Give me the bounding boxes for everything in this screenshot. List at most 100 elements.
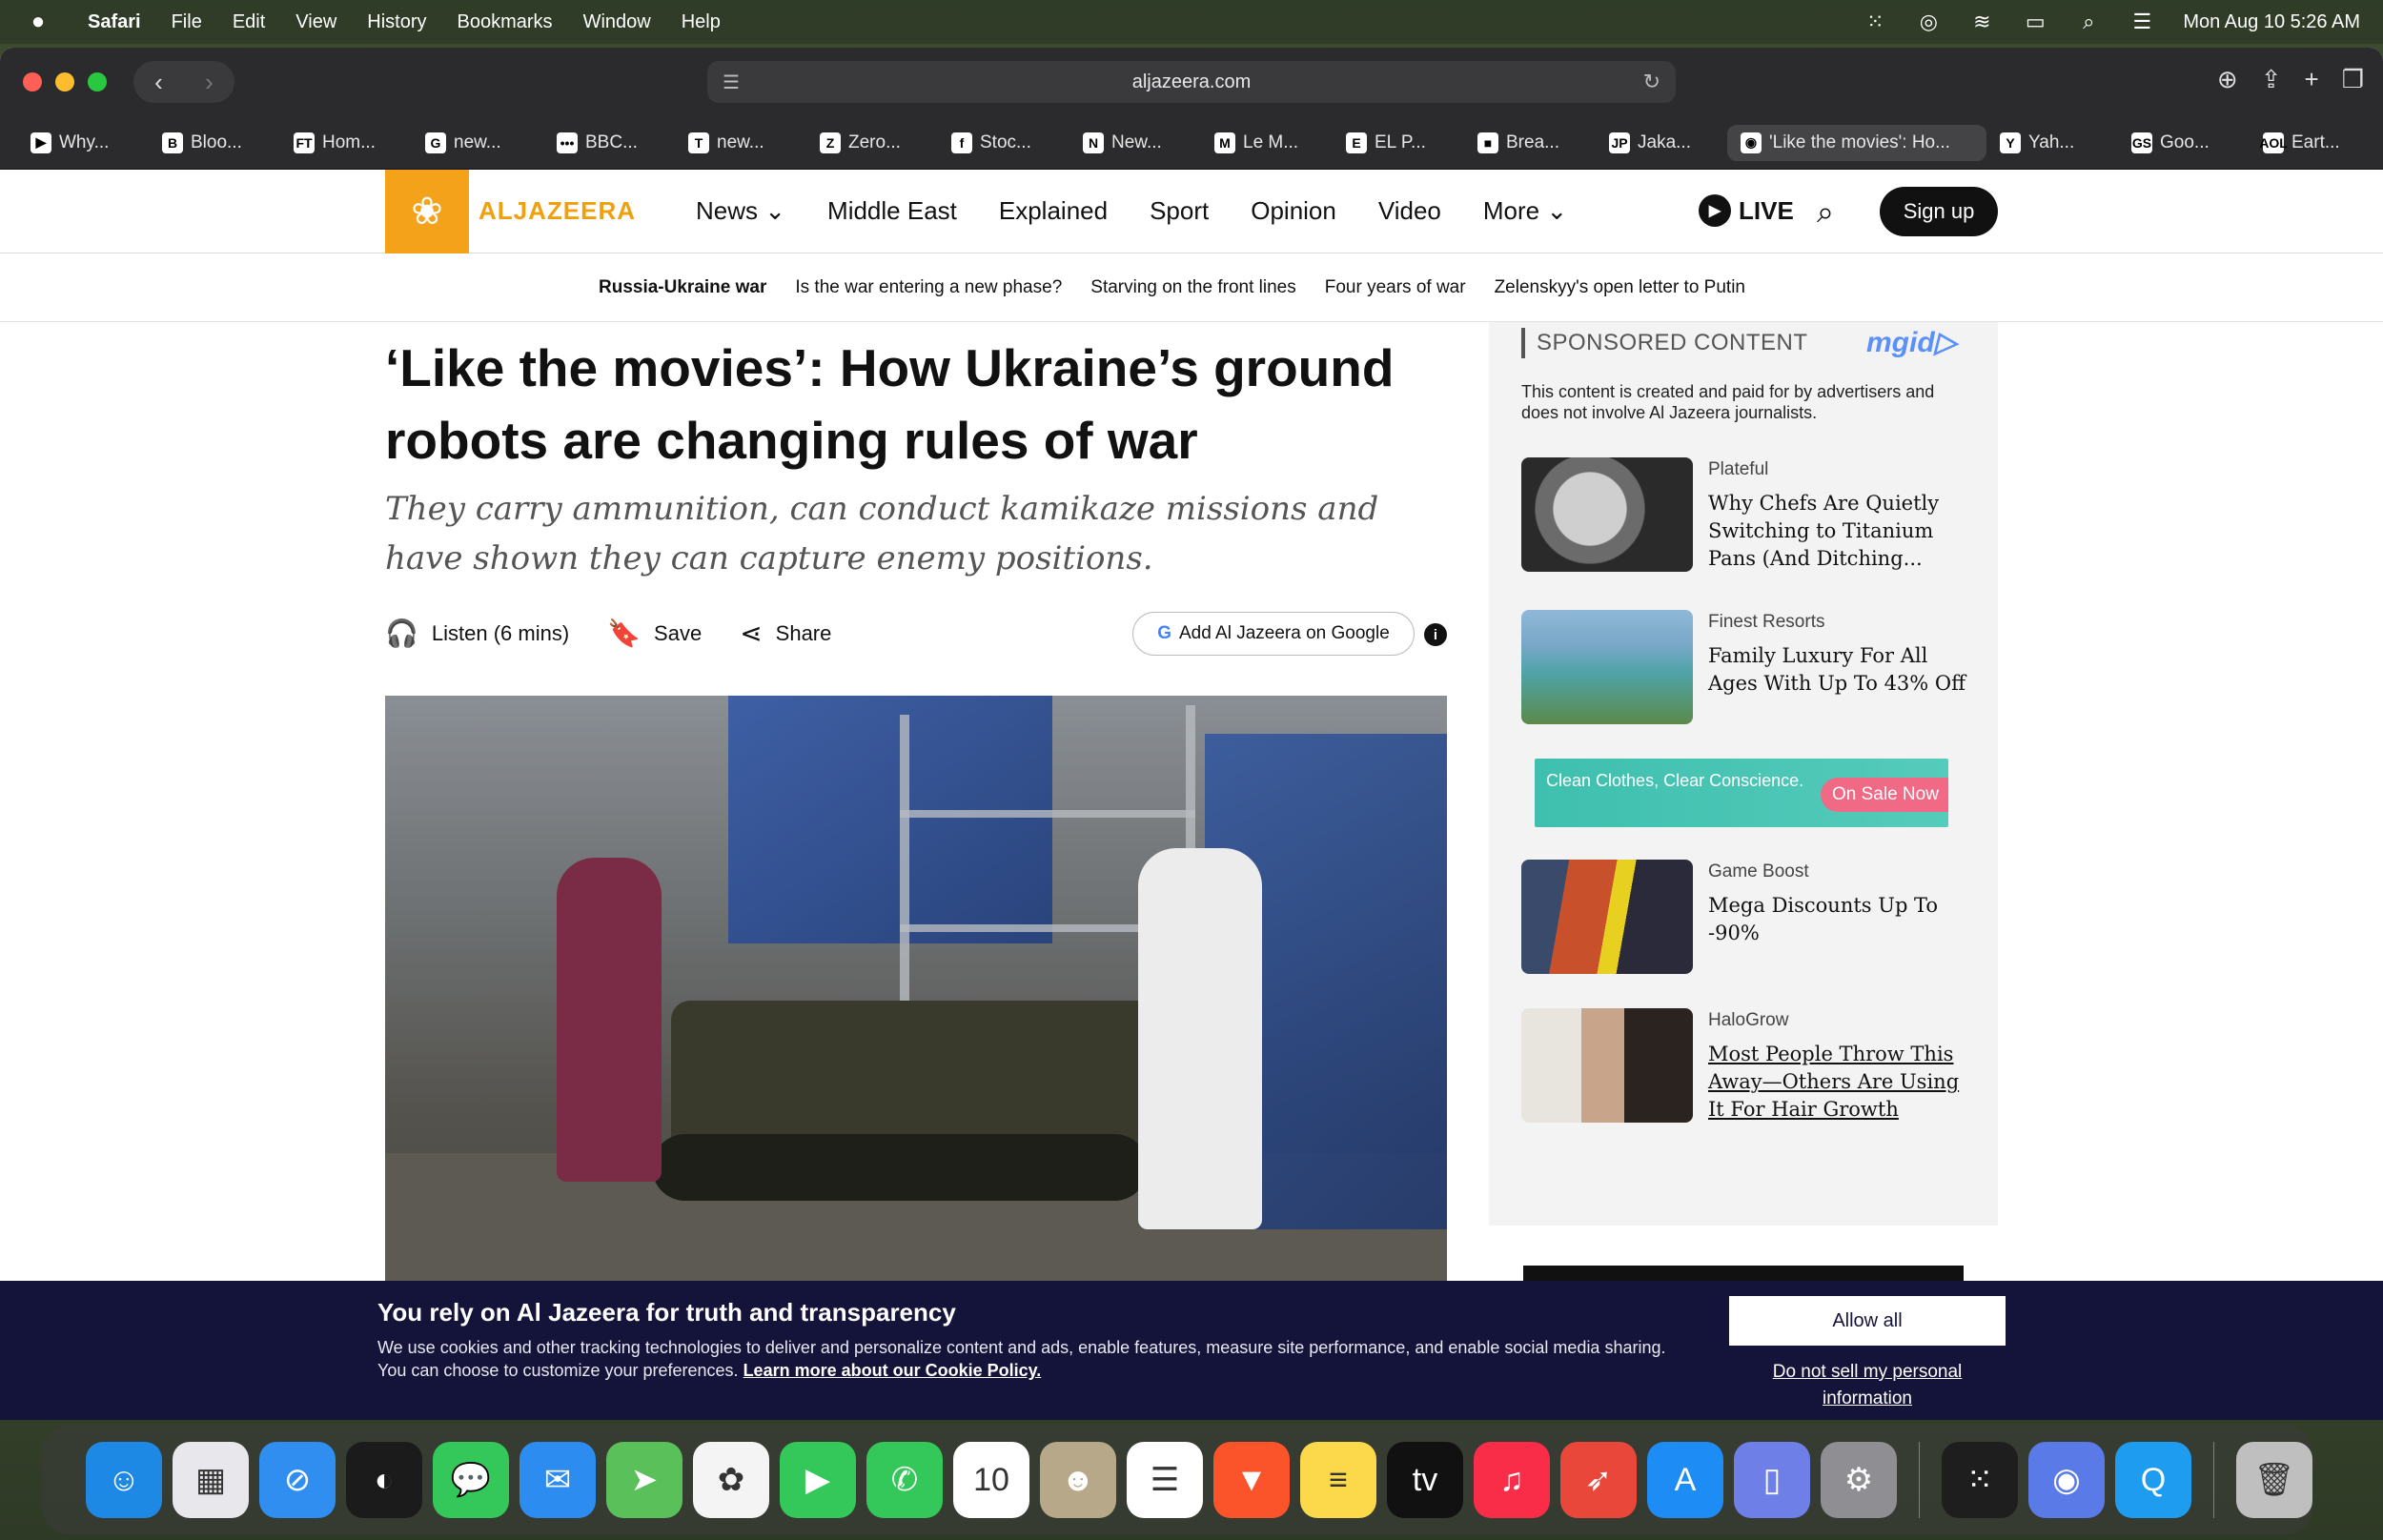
q-app-icon[interactable]: Q	[2115, 1442, 2191, 1518]
search-icon[interactable]: ⌕	[1817, 194, 1834, 231]
browser-tab[interactable]: ▶ Why...	[17, 125, 149, 161]
browser-tab[interactable]: N New...	[1069, 125, 1201, 161]
page-settings-icon[interactable]: ☰	[723, 71, 740, 94]
clock[interactable]: Mon Aug 10 5:26 AM	[2183, 11, 2360, 33]
menu-window[interactable]: Window	[583, 11, 651, 33]
tab-overview-icon[interactable]: ❐	[2342, 65, 2364, 94]
browser-tab[interactable]: ■ Brea...	[1464, 125, 1596, 161]
allow-all-button[interactable]: Allow all	[1729, 1296, 2006, 1346]
reminders-icon[interactable]: ☰	[1127, 1442, 1203, 1518]
downloads-icon[interactable]: ⊕	[2217, 65, 2238, 94]
sponsored-card-halogrow[interactable]: HaloGrow Most People Throw This Away—Oth…	[1521, 1008, 1969, 1123]
settings-icon[interactable]: ⚙	[1821, 1442, 1897, 1518]
subnav-zelenskyy-letter[interactable]: Zelenskyy's open letter to Putin	[1495, 277, 1745, 298]
mgid-logo[interactable]: mgid▷	[1866, 326, 1957, 359]
back-icon[interactable]: ‹	[154, 68, 163, 97]
browser-tab[interactable]: ◉ 'Like the movies': Ho...	[1727, 124, 1986, 161]
calendar-icon[interactable]: 10	[953, 1442, 1029, 1518]
browser-tab[interactable]: f Stoc...	[938, 125, 1069, 161]
menu-edit[interactable]: Edit	[233, 11, 265, 33]
save-button[interactable]: 🔖 Save	[607, 618, 702, 649]
browser-tab[interactable]: AOL Eart...	[2250, 125, 2381, 161]
reload-icon[interactable]: ↻	[1643, 70, 1660, 94]
close-window-button[interactable]	[23, 72, 42, 91]
sign-up-button[interactable]: Sign up	[1880, 187, 1998, 236]
share-button[interactable]: ⋖ Share	[740, 618, 831, 649]
forward-icon[interactable]: ›	[205, 68, 214, 97]
facetime-icon[interactable]: ▶	[780, 1442, 856, 1518]
address-bar[interactable]: ☰ aljazeera.com ↻	[707, 61, 1676, 103]
cookie-policy-link[interactable]: Learn more about our Cookie Policy.	[743, 1361, 1042, 1380]
music-icon[interactable]: ♫	[1474, 1442, 1550, 1518]
detergent-ad-banner[interactable]: Clean Clothes, Clear Conscience. On Sale…	[1535, 759, 1948, 827]
app-store-icon[interactable]: A	[1647, 1442, 1723, 1518]
messages-icon[interactable]: 💬	[433, 1442, 509, 1518]
subnav-starving[interactable]: Starving on the front lines	[1090, 277, 1295, 298]
browser-tab[interactable]: Y Yah...	[1986, 125, 2118, 161]
menu-history[interactable]: History	[367, 11, 426, 33]
browser-tab[interactable]: E EL P...	[1333, 125, 1464, 161]
menu-safari[interactable]: Safari	[88, 11, 141, 33]
new-tab-icon[interactable]: +	[2305, 65, 2319, 94]
nav-news[interactable]: News ⌄	[696, 196, 785, 226]
banner-cta[interactable]: On Sale Now	[1821, 778, 1948, 812]
spotlight-search-icon[interactable]: ⌕	[2076, 10, 2101, 34]
grid-app-icon[interactable]: ⁙	[1942, 1442, 2018, 1518]
trash-icon[interactable]: 🗑	[2236, 1442, 2312, 1518]
article-hero-image[interactable]	[385, 696, 1447, 1281]
browser-tab[interactable]: ••• BBC...	[543, 125, 675, 161]
dots-grid-icon[interactable]: ⁙	[1863, 10, 1887, 34]
nav-more[interactable]: More ⌄	[1483, 196, 1567, 226]
minimize-window-button[interactable]	[55, 72, 74, 91]
apple-icon[interactable]: ●	[19, 9, 57, 35]
browser-tab[interactable]: JP Jaka...	[1596, 125, 1727, 161]
add-on-google-button[interactable]: G Add Al Jazeera on Google	[1132, 612, 1415, 656]
finder-icon[interactable]: ☺	[86, 1442, 162, 1518]
nav-video[interactable]: Video	[1378, 196, 1441, 226]
nav-middle-east[interactable]: Middle East	[827, 196, 957, 226]
rocket-icon[interactable]: ➶	[1560, 1442, 1637, 1518]
safari-icon[interactable]: ⊘	[259, 1442, 336, 1518]
wifi-icon[interactable]: ≋	[1969, 10, 1994, 34]
live-button[interactable]: ▶ LIVE	[1699, 194, 1794, 227]
maps-icon[interactable]: ➤	[606, 1442, 682, 1518]
contacts-icon[interactable]: ☻	[1040, 1442, 1116, 1518]
sponsored-card-plateful[interactable]: Plateful Why Chefs Are Quietly Switching…	[1521, 457, 1969, 572]
subnav-russia-ukraine-war[interactable]: Russia-Ukraine war	[599, 277, 766, 298]
control-center-icon[interactable]: ☰	[2129, 10, 2154, 34]
browser-tab[interactable]: FT Hom...	[280, 125, 412, 161]
simulator-icon[interactable]: ▯	[1734, 1442, 1810, 1518]
nav-explained[interactable]: Explained	[999, 196, 1108, 226]
share-toolbar-icon[interactable]: ⇪	[2261, 65, 2282, 94]
podcast-icon[interactable]: ◐	[346, 1442, 422, 1518]
menu-bookmarks[interactable]: Bookmarks	[458, 11, 553, 33]
menu-view[interactable]: View	[295, 11, 336, 33]
launchpad-icon[interactable]: ▦	[173, 1442, 249, 1518]
mail-icon[interactable]: ✉	[519, 1442, 596, 1518]
brave-icon[interactable]: ▼	[1213, 1442, 1290, 1518]
browser-tab[interactable]: Z Zero...	[806, 125, 938, 161]
nav-sport[interactable]: Sport	[1150, 196, 1209, 226]
browser-tab[interactable]: Gnew...	[412, 125, 543, 161]
menu-help[interactable]: Help	[682, 11, 721, 33]
zoom-window-button[interactable]	[88, 72, 107, 91]
tv-icon[interactable]: tv	[1387, 1442, 1463, 1518]
play-circle-icon[interactable]: ◎	[1916, 10, 1941, 34]
do-not-sell-link[interactable]: Do not sell my personal information	[1729, 1359, 2006, 1412]
browser-tab[interactable]: Tnew...	[675, 125, 806, 161]
nav-opinion[interactable]: Opinion	[1251, 196, 1336, 226]
sponsored-card-finest-resorts[interactable]: Finest Resorts Family Luxury For All Age…	[1521, 610, 1969, 724]
browser-tab[interactable]: GS Goo...	[2118, 125, 2250, 161]
browser-tab[interactable]: M Le M...	[1201, 125, 1333, 161]
battery-icon[interactable]: ▭	[2023, 10, 2047, 34]
logo-text[interactable]: ALJAZEERA	[479, 196, 636, 226]
browser-tab[interactable]: B Bloo...	[149, 125, 280, 161]
info-icon[interactable]: i	[1424, 623, 1447, 646]
aljazeera-logo-icon[interactable]: ❀	[385, 170, 469, 253]
menu-file[interactable]: File	[172, 11, 202, 33]
listen-button[interactable]: 🎧 Listen (6 mins)	[385, 618, 569, 649]
subnav-new-phase[interactable]: Is the war entering a new phase?	[795, 277, 1062, 298]
sponsored-card-game-boost[interactable]: Game Boost Mega Discounts Up To -90%	[1521, 860, 1969, 974]
phone-icon[interactable]: ✆	[866, 1442, 943, 1518]
notes-icon[interactable]: ≡	[1300, 1442, 1376, 1518]
